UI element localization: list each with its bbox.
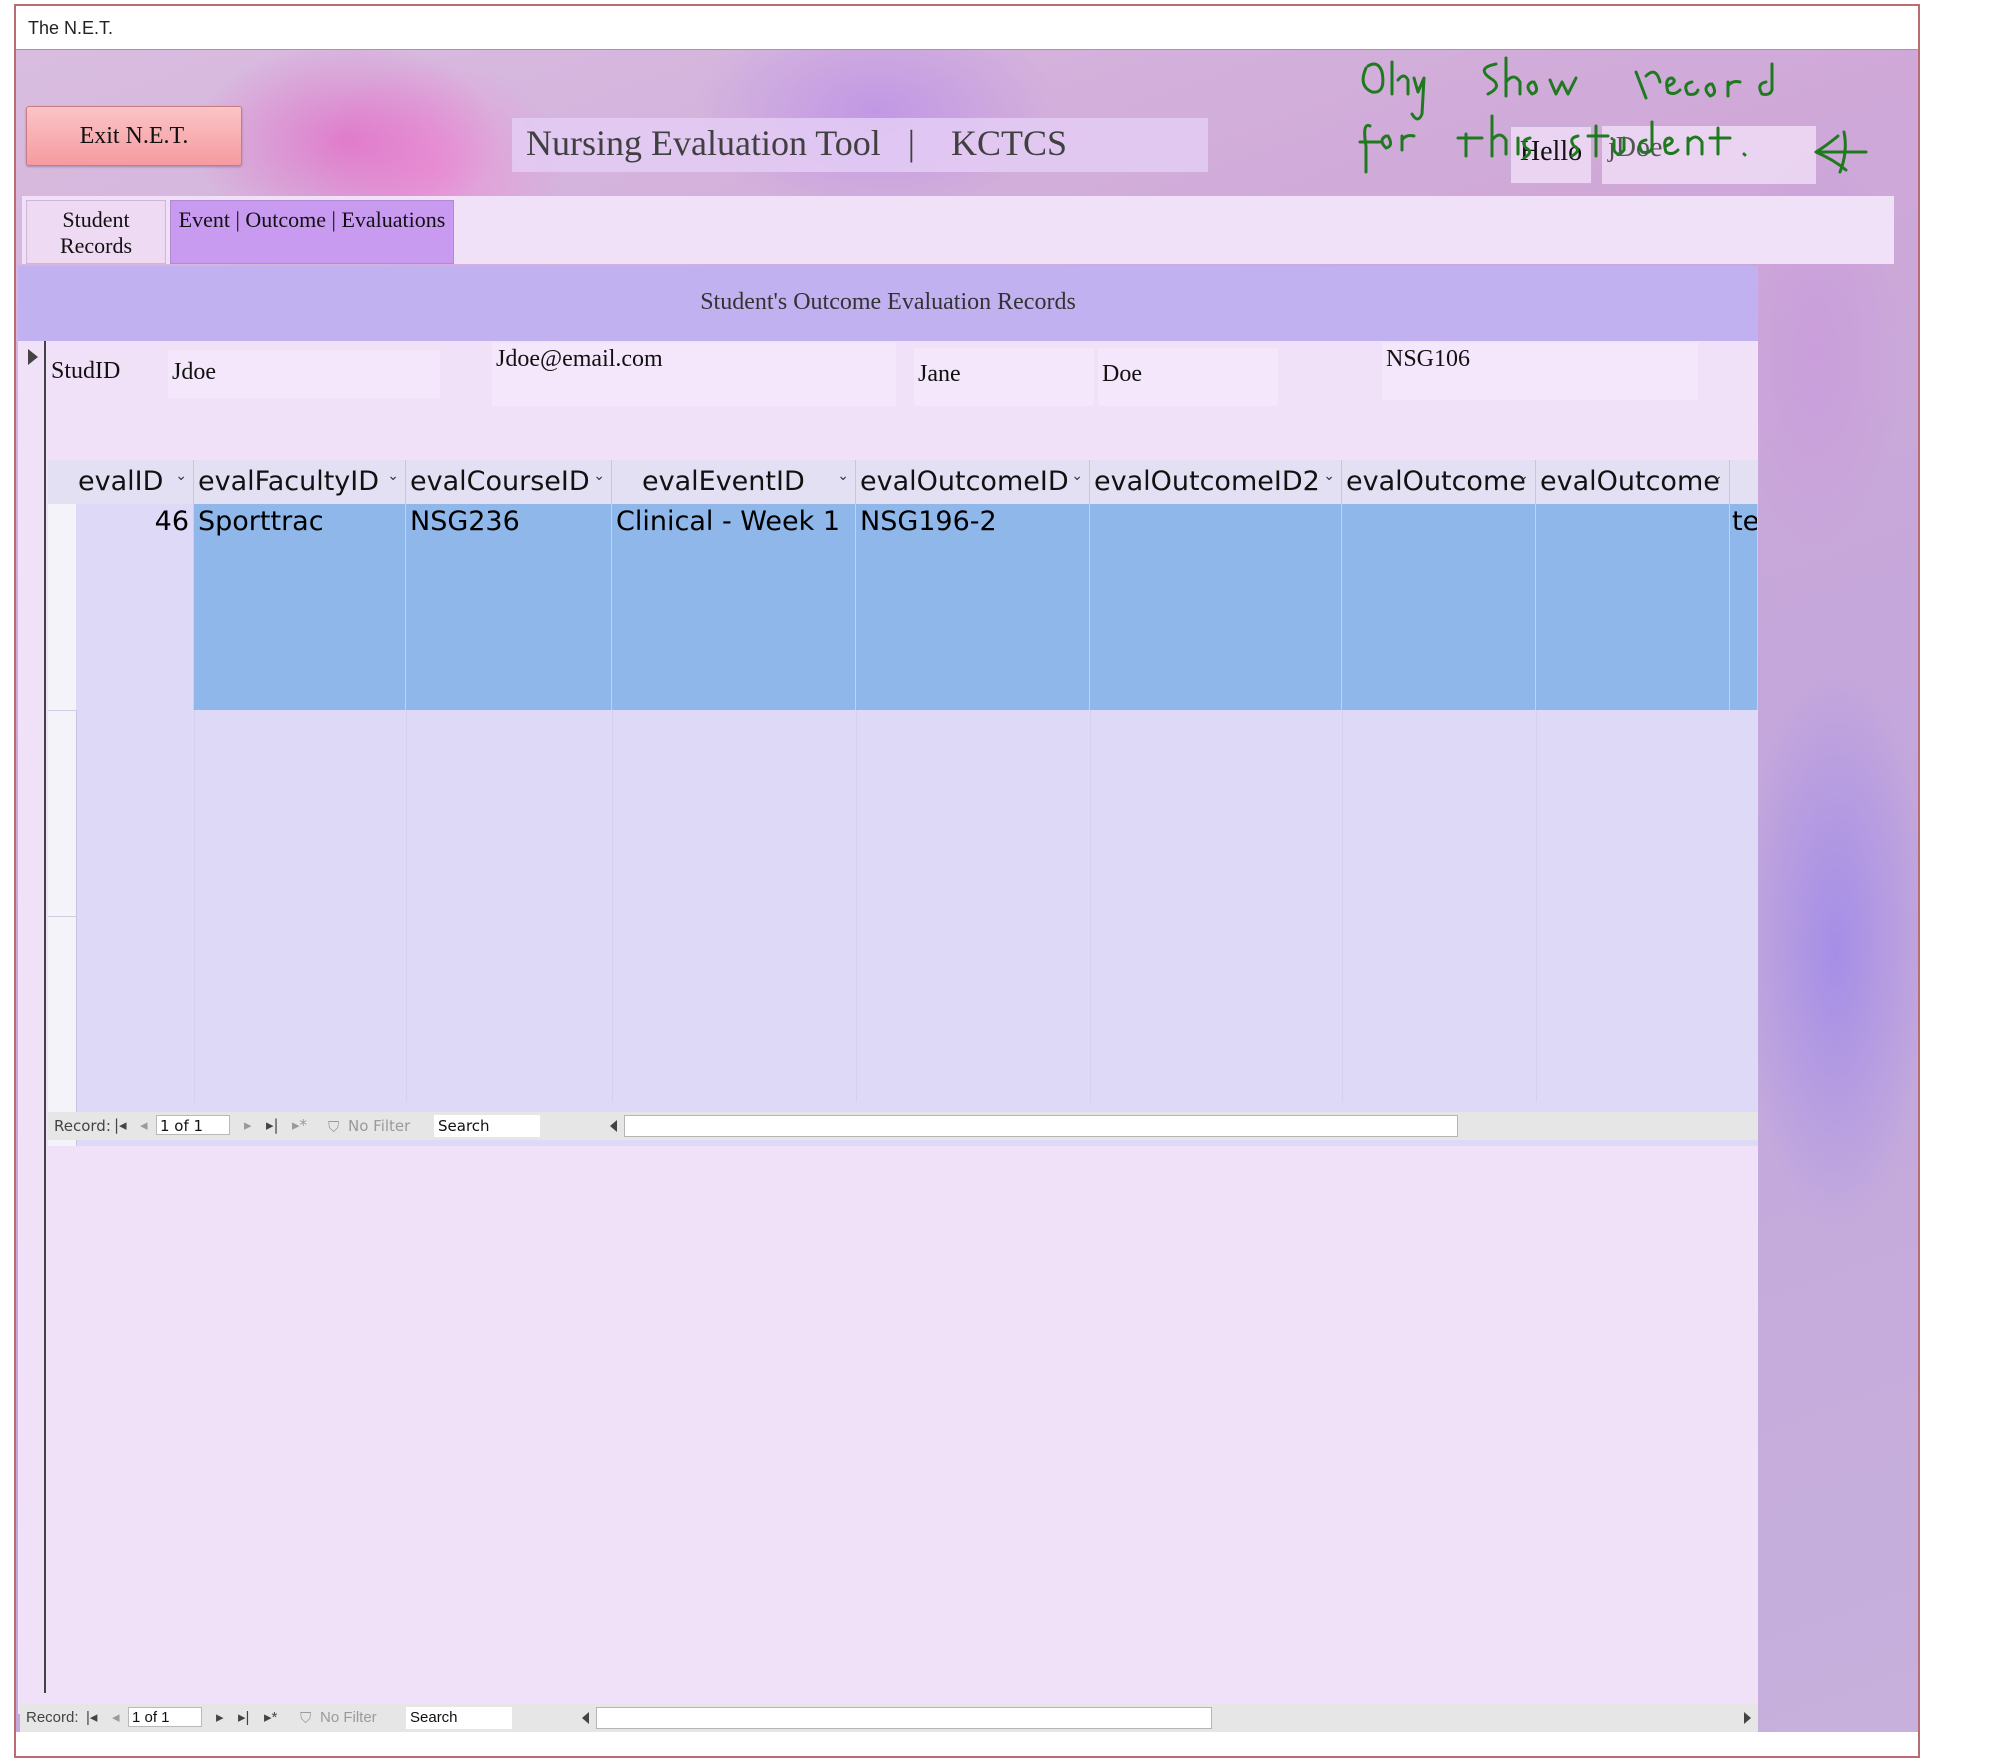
cell-evaloutcomeid2[interactable] <box>1090 504 1342 710</box>
row-selector-column[interactable] <box>48 504 77 1146</box>
first-record-button[interactable]: |◂ <box>86 1708 97 1726</box>
tab-student-records[interactable]: Student Records <box>26 200 166 264</box>
new-record-button[interactable]: ▸* <box>264 1708 277 1726</box>
column-header-evaleventid[interactable]: evalEventID ⌄ <box>612 460 856 504</box>
horizontal-scrollbar[interactable] <box>624 1115 1458 1137</box>
column-header-evaloutcomeid[interactable]: evalOutcomeID ⌄ <box>856 460 1090 504</box>
horizontal-scrollbar[interactable] <box>596 1707 1212 1729</box>
next-record-button[interactable]: ▸ <box>244 1116 252 1134</box>
dropdown-icon[interactable]: ⌄ <box>593 460 605 498</box>
app-window: The N.E.T. Exit N.E.T. Nursing Evaluatio… <box>14 4 1920 1758</box>
previous-record-button[interactable]: ◂ <box>140 1116 148 1134</box>
cell-overflow[interactable]: te <box>1730 504 1758 710</box>
course-field[interactable]: NSG106 <box>1382 342 1698 400</box>
main-record-navigation: Record: |◂ ◂ 1 of 1 ▸ ▸| ▸* ⛉ No Filter … <box>20 1704 1758 1732</box>
column-header-evalid[interactable]: evalID ⌄ <box>48 460 194 504</box>
last-record-button[interactable]: ▸| <box>238 1708 249 1726</box>
search-input[interactable]: Search <box>406 1707 512 1729</box>
cell-evalcourseid[interactable]: NSG236 <box>406 504 612 710</box>
column-header-evaloutcome-2[interactable]: evalOutcome ⌄ <box>1536 460 1730 504</box>
dropdown-icon[interactable]: ⌄ <box>175 460 187 498</box>
studid-field[interactable]: Jdoe <box>168 350 440 398</box>
column-header-evalfacultyid[interactable]: evalFacultyID ⌄ <box>194 460 406 504</box>
scroll-right-icon[interactable] <box>1744 1712 1751 1724</box>
scroll-left-icon[interactable] <box>610 1120 617 1132</box>
last-name-field[interactable]: Doe <box>1098 348 1278 406</box>
tab-label: Event | Outcome | Evaluations <box>178 207 446 232</box>
record-number-field[interactable]: 1 of 1 <box>128 1707 202 1727</box>
no-filter-label[interactable]: No Filter <box>320 1709 377 1726</box>
cell-evaleventid[interactable]: Clinical - Week 1 <box>612 504 856 710</box>
next-record-button[interactable]: ▸ <box>216 1708 224 1726</box>
first-name-field[interactable]: Jane <box>914 348 1094 406</box>
last-record-button[interactable]: ▸| <box>266 1116 279 1134</box>
evaluation-datasheet: evalID ⌄ evalFacultyID ⌄ evalCourseID ⌄ eva… <box>48 460 1758 1146</box>
current-record-icon <box>28 349 38 365</box>
first-record-button[interactable]: |◂ <box>114 1116 127 1134</box>
dropdown-icon[interactable]: ⌄ <box>1323 460 1335 498</box>
dropdown-icon[interactable]: ⌄ <box>387 460 399 498</box>
datasheet-header: evalID ⌄ evalFacultyID ⌄ evalCourseID ⌄ eva… <box>48 460 1758 505</box>
exit-button[interactable]: Exit N.E.T. <box>26 106 242 166</box>
dropdown-icon[interactable]: ⌄ <box>1517 460 1529 498</box>
studid-label: StudID <box>51 358 121 384</box>
tab-event-outcome-evaluations[interactable]: Event | Outcome | Evaluations <box>170 200 454 264</box>
search-input[interactable]: Search <box>434 1115 540 1137</box>
filter-icon[interactable]: ⛉ <box>328 1118 339 1136</box>
form-title: Student's Outcome Evaluation Records <box>18 266 1758 341</box>
cell-evaloutcomeid[interactable]: NSG196-2 <box>856 504 1090 710</box>
tab-strip: Student Records Event | Outcome | Evalua… <box>22 196 1894 264</box>
new-record-button[interactable]: ▸* <box>292 1116 307 1134</box>
column-header-evaloutcomeid2[interactable]: evalOutcomeID2 ⌄ <box>1090 460 1342 504</box>
record-number-field[interactable]: 1 of 1 <box>156 1115 230 1135</box>
cell-evaloutcome[interactable] <box>1342 504 1536 710</box>
cell-evalfacultyid[interactable]: Sporttrac <box>194 504 406 710</box>
dropdown-icon[interactable]: ⌄ <box>837 460 849 498</box>
subform-record-navigation: Record: |◂ ◂ 1 of 1 ▸ ▸| ▸* ⛉ No Filter … <box>48 1112 1758 1140</box>
tab-label: Student Records <box>59 207 133 258</box>
dropdown-icon[interactable]: ⌄ <box>1711 460 1723 498</box>
column-header-evalcourseid[interactable]: evalCourseID ⌄ <box>406 460 612 504</box>
record-selector[interactable] <box>18 341 46 1693</box>
window-title: The N.E.T. <box>28 18 114 38</box>
cell-evalid[interactable]: 46 <box>76 504 194 710</box>
filter-icon[interactable]: ⛉ <box>300 1710 311 1727</box>
cell-evaloutcome-2[interactable] <box>1536 504 1730 710</box>
app-title: Nursing Evaluation Tool | KCTCS <box>512 118 1208 172</box>
record-label: Record: <box>54 1117 111 1135</box>
no-filter-label[interactable]: No Filter <box>348 1117 410 1135</box>
scroll-left-icon[interactable] <box>582 1712 589 1724</box>
handwritten-annotation <box>1358 56 1868 174</box>
previous-record-button[interactable]: ◂ <box>112 1708 120 1726</box>
form-canvas: Exit N.E.T. Nursing Evaluation Tool | KC… <box>16 50 1918 1732</box>
email-field[interactable]: Jdoe@email.com <box>492 342 896 406</box>
column-header-evaloutcome[interactable]: evalOutcome ⌄ <box>1342 460 1536 504</box>
dropdown-icon[interactable]: ⌄ <box>1071 460 1083 498</box>
evaluation-form: Student's Outcome Evaluation Records Stu… <box>18 266 1758 1714</box>
window-titlebar: The N.E.T. <box>16 6 1918 50</box>
record-label: Record: <box>26 1709 79 1726</box>
